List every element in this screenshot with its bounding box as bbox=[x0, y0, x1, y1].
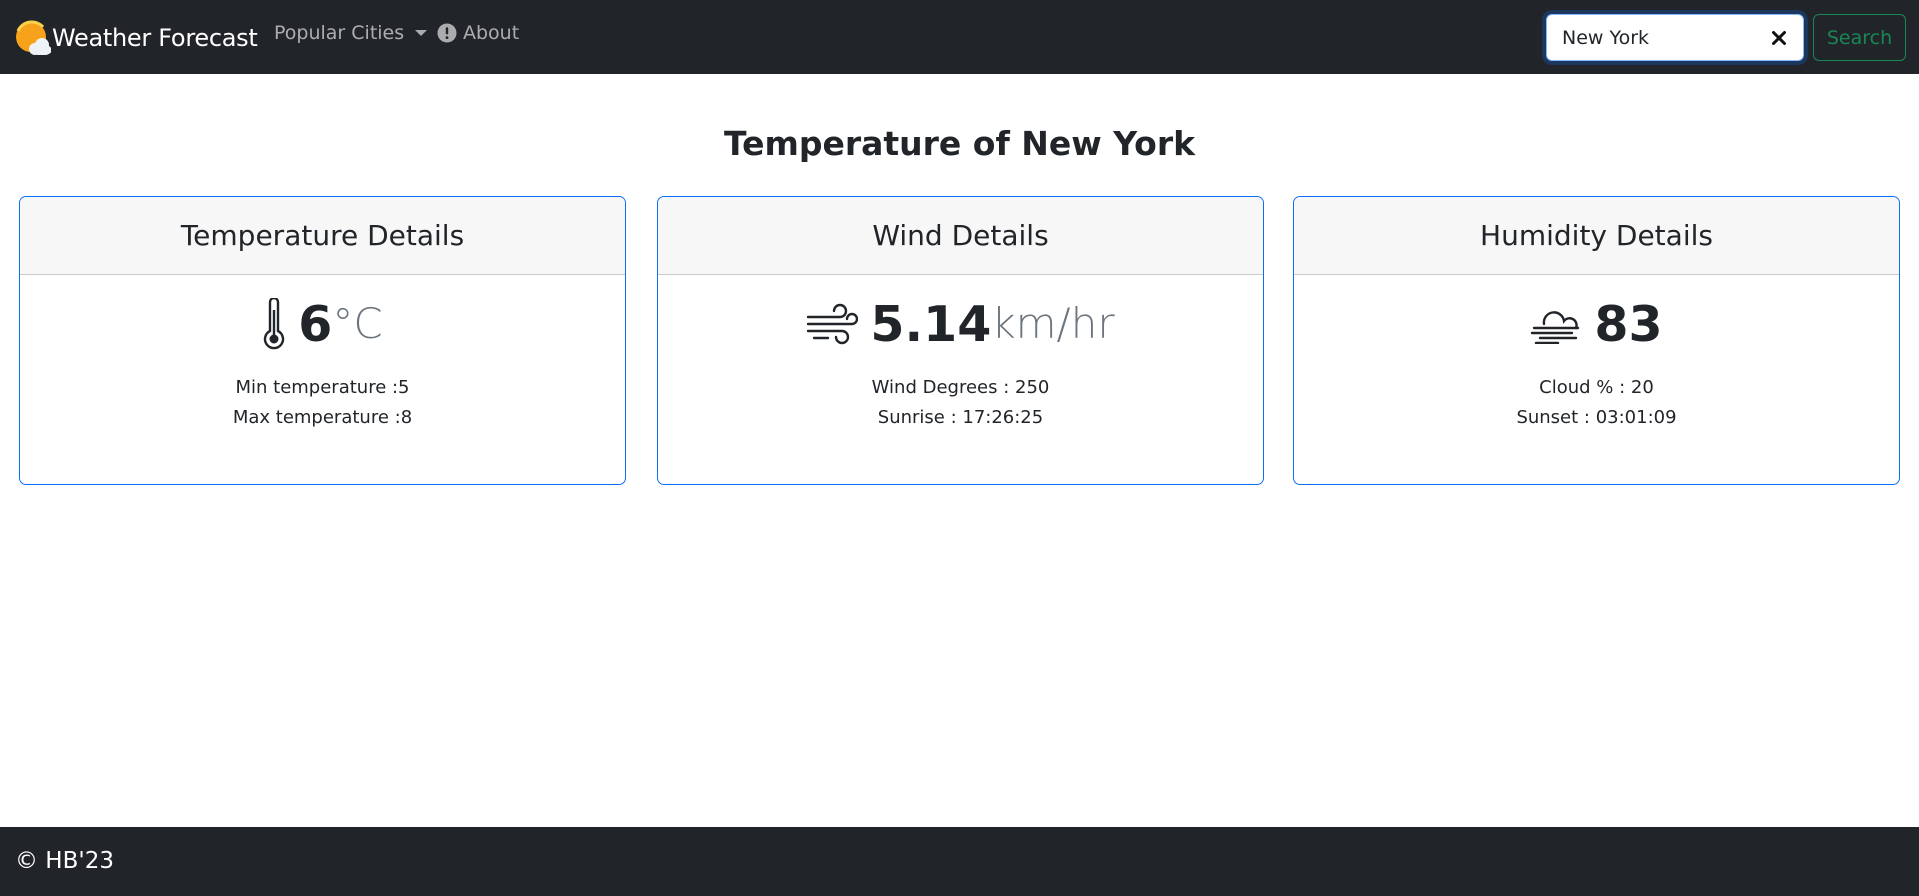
close-icon[interactable] bbox=[1771, 30, 1787, 46]
wind-main: 5.14 km/hr bbox=[658, 294, 1263, 354]
popular-cities-dropdown[interactable]: Popular Cities bbox=[274, 22, 428, 44]
wind-icon bbox=[807, 303, 859, 345]
chevron-down-icon bbox=[415, 30, 428, 36]
search-button[interactable]: Search bbox=[1813, 14, 1906, 61]
humidity-card: Humidity Details 83 Cloud % : 20 Sunset … bbox=[1293, 196, 1900, 485]
humidity-card-title: Humidity Details bbox=[1294, 197, 1899, 275]
temperature-unit: °C bbox=[332, 299, 383, 348]
navbar: Weather Forecast Popular Cities About Se… bbox=[0, 0, 1919, 74]
search-box bbox=[1546, 14, 1804, 61]
wind-speed-value: 5.14 bbox=[870, 295, 992, 353]
cloud-percentage: Cloud % : 20 bbox=[1539, 377, 1654, 398]
thermometer-icon bbox=[264, 298, 285, 350]
humidity-main: 83 bbox=[1294, 294, 1899, 354]
sunrise-time: Sunrise : 17:26:25 bbox=[877, 407, 1044, 428]
temperature-main: 6 °C bbox=[20, 294, 625, 354]
brand-title: Weather Forecast bbox=[52, 24, 258, 52]
sun-cloud-icon bbox=[16, 20, 51, 55]
max-temperature: Max temperature :8 bbox=[232, 407, 413, 428]
wind-degrees: Wind Degrees : 250 bbox=[871, 377, 1050, 398]
about-label: About bbox=[463, 22, 520, 44]
temperature-value: 6 bbox=[298, 295, 333, 353]
wind-card: Wind Details 5.14 km/hr Wind Degrees : 2… bbox=[657, 196, 1264, 485]
footer: © HB'23 bbox=[0, 827, 1919, 896]
temperature-card: Temperature Details 6 °C Min temperature… bbox=[19, 196, 626, 485]
humidity-value: 83 bbox=[1594, 295, 1663, 353]
sunset-time: Sunset : 03:01:09 bbox=[1516, 407, 1677, 428]
about-link[interactable]: About bbox=[437, 22, 519, 44]
temperature-card-title: Temperature Details bbox=[20, 197, 625, 275]
wind-card-title: Wind Details bbox=[658, 197, 1263, 275]
cloud-haze-icon bbox=[1531, 311, 1580, 344]
page-title: Temperature of New York bbox=[723, 124, 1196, 163]
info-circle-icon bbox=[437, 23, 457, 43]
footer-copyright: © HB'23 bbox=[15, 848, 114, 874]
search-input[interactable] bbox=[1562, 15, 1762, 60]
wind-speed-unit: km/hr bbox=[991, 299, 1115, 348]
brand[interactable]: Weather Forecast bbox=[15, 19, 258, 57]
popular-cities-label: Popular Cities bbox=[274, 22, 405, 44]
min-temperature: Min temperature :5 bbox=[235, 377, 410, 398]
